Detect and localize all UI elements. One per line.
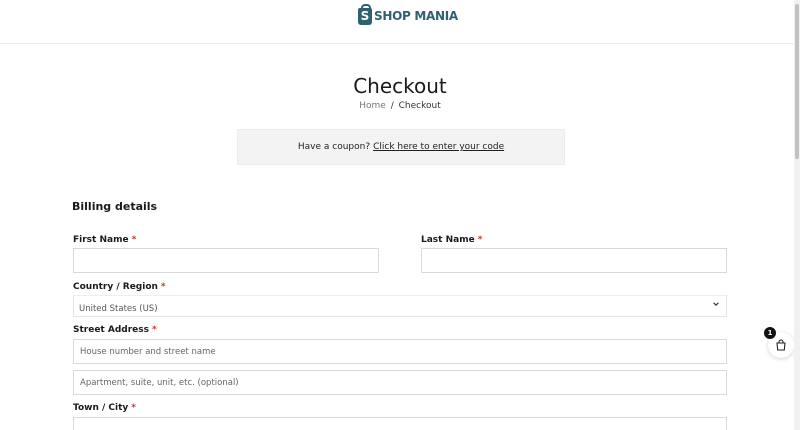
logo-bag-icon: S	[358, 3, 372, 25]
first-name-field[interactable]	[73, 248, 379, 273]
required-marker: *	[160, 282, 166, 292]
town-city-label: Town / City *	[73, 403, 136, 413]
town-city-label-text: Town / City	[73, 403, 129, 413]
page-title: Checkout	[353, 74, 447, 98]
logo-text: SHOP MANIA	[374, 9, 458, 23]
country-select[interactable]: United States (US)	[73, 295, 727, 317]
required-marker: *	[131, 235, 137, 245]
country-label: Country / Region *	[73, 282, 166, 292]
site-logo[interactable]: S SHOP MANIA	[358, 3, 458, 26]
billing-details-heading: Billing details	[72, 200, 158, 213]
coupon-prompt: Have a coupon?	[297, 142, 371, 152]
first-name-label-text: First Name	[73, 235, 129, 245]
required-marker: *	[131, 403, 136, 413]
scrollbar-thumb[interactable]	[795, 4, 799, 159]
shopping-bag-icon	[776, 339, 786, 351]
required-marker: *	[477, 235, 483, 245]
page-scrollbar[interactable]	[794, 0, 800, 430]
cart-count-badge: 1	[764, 327, 776, 339]
chevron-down-icon	[713, 302, 719, 306]
breadcrumb-home-link[interactable]: Home	[359, 101, 386, 111]
breadcrumb-current: Checkout	[398, 101, 441, 111]
coupon-link[interactable]: Click here to enter your code	[373, 142, 504, 152]
town-city-field[interactable]	[73, 417, 727, 430]
breadcrumb-separator: /	[390, 101, 394, 111]
coupon-notice: Have a coupon? Click here to enter your …	[237, 129, 565, 165]
last-name-label: Last Name *	[421, 235, 482, 245]
country-label-text: Country / Region	[73, 282, 158, 292]
street-address-line1-field[interactable]	[73, 339, 727, 364]
street-address-line2-field[interactable]	[73, 370, 727, 395]
last-name-label-text: Last Name	[421, 235, 475, 245]
country-select-value: United States (US)	[79, 304, 158, 314]
street-address-label: Street Address *	[73, 325, 157, 335]
breadcrumb: Home / Checkout	[0, 101, 800, 111]
last-name-field[interactable]	[421, 248, 727, 273]
street-address-label-text: Street Address	[73, 325, 149, 335]
required-marker: *	[151, 325, 157, 335]
first-name-label: First Name *	[73, 235, 136, 245]
site-header: S SHOP MANIA	[0, 0, 800, 44]
